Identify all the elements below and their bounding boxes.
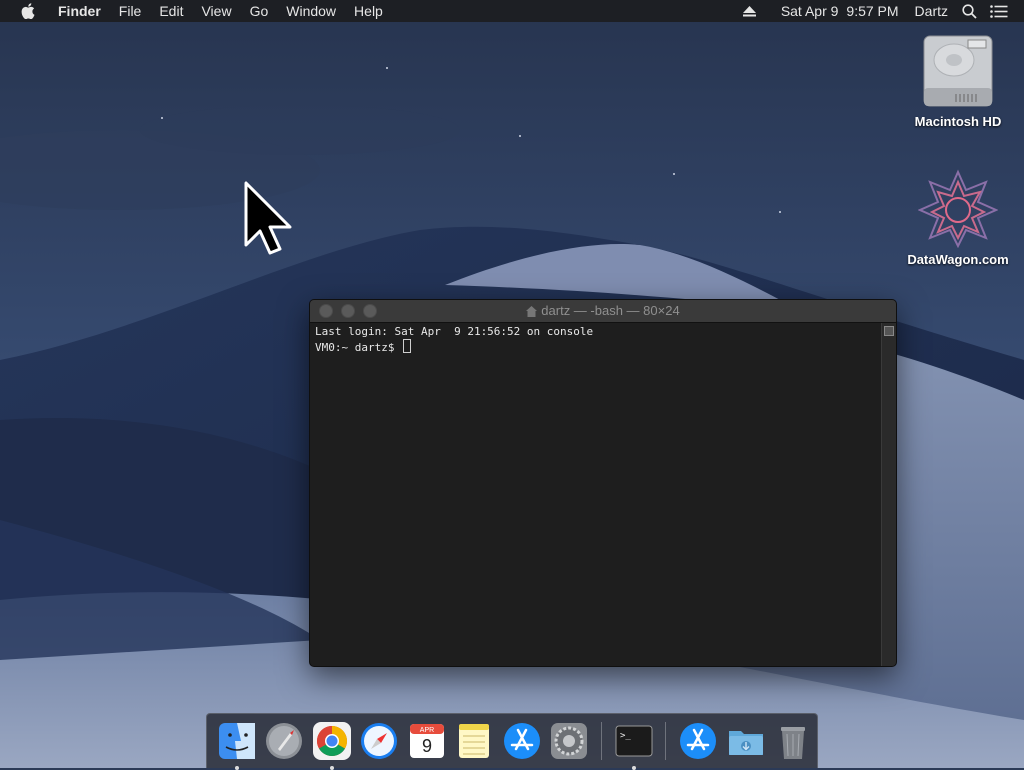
notes-icon xyxy=(459,724,490,758)
app-store-icon xyxy=(680,723,717,759)
spotlight-search-icon[interactable] xyxy=(958,0,980,22)
terminal-titlebar[interactable]: dartz — -bash — 80×24 xyxy=(310,300,896,323)
dock-app-store-2[interactable] xyxy=(677,720,719,762)
dock-downloads[interactable] xyxy=(725,720,767,762)
calendar-icon: APR 9 xyxy=(409,724,444,758)
scroll-grip-icon[interactable] xyxy=(884,326,894,336)
hard-drive-icon xyxy=(923,35,993,107)
downloads-folder-icon xyxy=(728,731,763,755)
dock-separator xyxy=(601,722,602,760)
terminal-prompt: VM0:~ dartz$ xyxy=(315,341,402,354)
dock-launchpad[interactable] xyxy=(264,720,306,762)
menu-view[interactable]: View xyxy=(192,0,240,22)
menu-go[interactable]: Go xyxy=(241,0,278,22)
text-cursor xyxy=(403,339,412,353)
dock: APR 9 >_ xyxy=(206,713,818,770)
terminal-window[interactable]: dartz — -bash — 80×24 Last login: Sat Ap… xyxy=(309,299,897,667)
apple-menu-icon[interactable] xyxy=(17,3,39,19)
menu-edit[interactable]: Edit xyxy=(150,0,192,22)
app-store-icon xyxy=(503,723,540,759)
dock-calendar[interactable]: APR 9 xyxy=(406,720,448,762)
desktop-icon-macintosh-hd[interactable]: Macintosh HD xyxy=(903,30,1013,129)
calendar-month: APR xyxy=(420,727,434,734)
calendar-day: 9 xyxy=(422,736,432,756)
terminal-scrollbar[interactable] xyxy=(881,323,896,666)
desktop-icon-label: DataWagon.com xyxy=(907,252,1009,267)
svg-text:>_: >_ xyxy=(620,731,631,741)
dock-finder[interactable] xyxy=(216,720,258,770)
dock-safari[interactable] xyxy=(359,720,401,762)
system-preferences-icon xyxy=(551,723,588,759)
datawagon-logo-icon xyxy=(918,169,998,248)
launchpad-icon xyxy=(266,723,303,759)
menu-window[interactable]: Window xyxy=(277,0,345,22)
dock-separator xyxy=(665,722,667,760)
dock-system-preferences[interactable] xyxy=(549,720,591,762)
menubar-date[interactable]: Sat Apr 9 xyxy=(773,0,843,22)
desktop-icon-datawagon[interactable]: DataWagon.com xyxy=(903,168,1013,267)
dock-trash[interactable] xyxy=(772,720,814,762)
terminal-line: Last login: Sat Apr 9 21:56:52 on consol… xyxy=(315,325,594,338)
menu-help[interactable]: Help xyxy=(345,0,392,22)
terminal-prompt-line: VM0:~ dartz$ xyxy=(315,339,877,355)
notification-center-icon[interactable] xyxy=(988,0,1010,22)
eject-icon[interactable] xyxy=(739,0,761,22)
dock-chrome[interactable] xyxy=(311,720,353,770)
dock-app-store[interactable] xyxy=(501,720,543,762)
menubar-time[interactable]: 9:57 PM xyxy=(842,0,906,22)
desktop-icon-label: Macintosh HD xyxy=(914,114,1002,129)
terminal-icon: >_ xyxy=(615,725,653,757)
safari-icon xyxy=(361,723,398,759)
dock-notes[interactable] xyxy=(454,720,496,762)
window-title: dartz — -bash — 80×24 xyxy=(541,303,680,318)
trash-icon xyxy=(781,727,806,759)
finder-icon xyxy=(218,723,255,759)
home-folder-icon xyxy=(526,306,538,318)
terminal-output[interactable]: Last login: Sat Apr 9 21:56:52 on consol… xyxy=(310,323,882,666)
menu-app-finder[interactable]: Finder xyxy=(49,0,110,22)
menu-bar: Finder File Edit View Go Window Help Sat… xyxy=(0,0,1024,22)
dock-terminal[interactable]: >_ xyxy=(613,720,655,770)
menu-file[interactable]: File xyxy=(110,0,151,22)
menubar-user[interactable]: Dartz xyxy=(907,0,956,22)
mouse-pointer-icon xyxy=(244,181,292,255)
chrome-icon xyxy=(312,722,351,760)
